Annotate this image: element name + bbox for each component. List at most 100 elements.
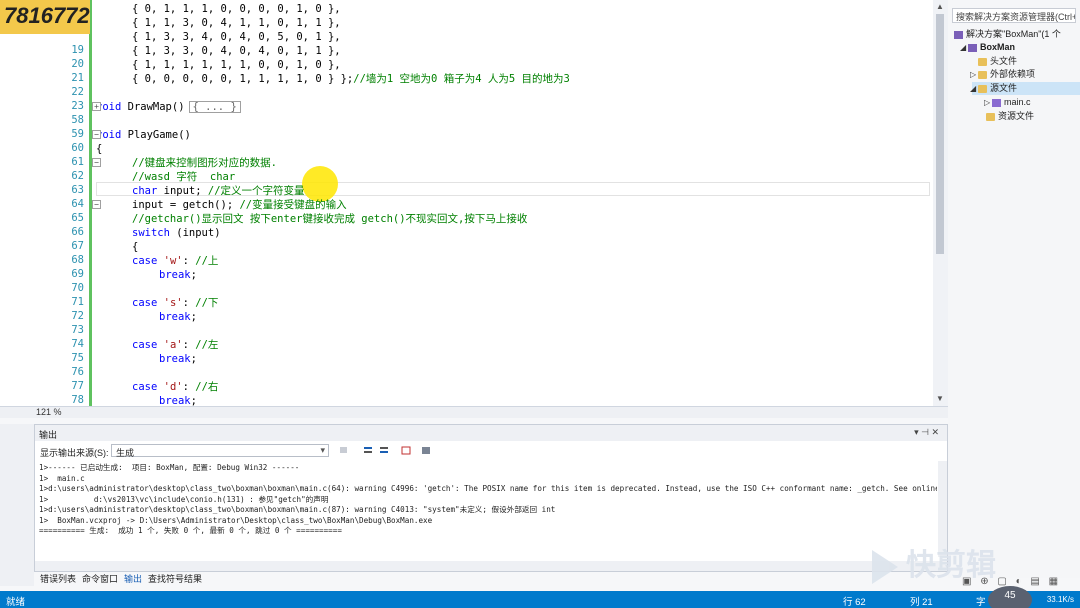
code-line[interactable]: { [96,142,102,156]
output-line: 1> BoxMan.vcxproj -> D:\Users\Administra… [39,515,433,525]
editor-vertical-scrollbar[interactable]: ▲ ▼ [933,0,948,406]
bottom-tab[interactable]: 命令窗口 [80,572,120,586]
next-message-icon[interactable] [379,446,389,455]
output-source-select[interactable]: 生成 [111,444,329,458]
code-line[interactable]: { 1, 3, 3, 4, 0, 4, 0, 5, 0, 1 }, [132,30,341,44]
find-icon[interactable] [339,446,349,455]
bottom-tabs: 错误列表 命令窗口 输出 查找符号结果 [34,572,948,586]
code-line[interactable]: { 1, 3, 3, 0, 4, 0, 4, 0, 1, 1 }, [132,44,341,58]
tree-item-solution[interactable]: 解决方案"BoxMan"(1 个 [954,28,1061,41]
line-number: 20 [71,58,84,70]
expand-icon[interactable]: ◢ [960,41,968,54]
code-line[interactable]: { 1, 1, 1, 1, 1, 1, 0, 0, 1, 0 }, [132,58,341,72]
code-line[interactable]: //getchar()显示回文 按下enter键接收完成 getch()不现实回… [132,212,527,226]
solution-search-input[interactable]: 搜索解决方案资源管理器(Ctrl+ [952,8,1076,23]
tree-item-headers[interactable]: 头文件 [978,55,1017,68]
line-number: 68 [71,254,84,266]
solution-icon [954,30,963,39]
zoom-level[interactable]: 121 % [36,407,62,417]
line-number: 23 [71,100,84,112]
clear-all-icon[interactable] [401,446,411,455]
line-number: 22 [71,86,84,98]
code-line[interactable]: break; [159,310,197,324]
code-line[interactable]: break; [159,268,197,282]
collapsed-region-marker[interactable]: { ... } [188,101,241,113]
prev-message-icon[interactable] [363,446,373,455]
collapse-icon[interactable]: − [92,200,101,209]
word-wrap-icon[interactable] [421,446,431,455]
zoom-bar: 121 % [0,406,948,418]
network-speed: 33.1K/s [1046,595,1074,604]
output-line: ========== 生成: 成功 1 个, 失败 0 个, 最新 0 个, 跳… [39,526,342,535]
code-line[interactable]: void DrawMap(){ ... } [96,100,241,114]
code-line[interactable]: { 0, 1, 1, 1, 0, 0, 0, 0, 1, 0 }, [132,2,341,16]
code-text-area[interactable]: { 0, 1, 1, 1, 0, 0, 0, 0, 1, 0 },{ 1, 1,… [96,0,933,407]
c-file-icon [992,98,1001,107]
scroll-up-icon[interactable]: ▲ [936,2,944,11]
folder-icon [978,70,987,79]
code-line[interactable]: //键盘来控制图形对应的数据. [132,156,277,170]
tree-item-sources[interactable]: ◢ 源文件 [970,82,1017,95]
collapse-icon[interactable]: ▷ [984,96,992,109]
scroll-thumb[interactable] [936,14,944,254]
line-number: 71 [71,296,84,308]
code-line[interactable]: void PlayGame() [96,128,191,142]
bottom-tab[interactable]: 查找符号结果 [146,572,204,586]
scroll-down-icon[interactable]: ▼ [936,394,944,403]
bottom-tab[interactable]: 错误列表 [38,572,78,586]
collapse-icon[interactable]: ▷ [970,68,978,81]
output-header: 输出 ▾ ⊣ ✕ [35,425,947,441]
output-text[interactable]: 1>------ 已启动生成: 项目: BoxMan, 配置: Debug Wi… [39,463,937,537]
bottom-tab[interactable]: 输出 [122,572,144,586]
line-number: 73 [71,324,84,336]
line-number: 70 [71,282,84,294]
line-number: 59 [71,128,84,140]
line-number: 60 [71,142,84,154]
line-number: 63 [71,184,84,196]
collapse-icon[interactable]: − [92,130,101,139]
code-line[interactable]: break; [159,352,197,366]
left-dock-strip [0,424,34,586]
output-line: 1>d:\users\administrator\desktop\class_t… [39,484,937,493]
panel-controls-icon[interactable]: ▾ ⊣ ✕ [914,427,939,438]
folder-icon [978,84,987,93]
expand-icon[interactable]: ◢ [970,82,978,95]
output-toolbar: 显示输出来源(S): 生成 [35,443,947,459]
code-line[interactable]: //wasd 字符 char [132,170,235,184]
line-number: 66 [71,226,84,238]
code-line[interactable]: { [132,240,138,254]
code-line[interactable]: { 1, 1, 3, 0, 4, 1, 1, 0, 1, 1 }, [132,16,341,30]
tree-item-main-c[interactable]: ▷ main.c [984,96,1031,109]
overlay-id-badge: 7816772 [0,0,90,34]
line-number: 72 [71,310,84,322]
code-editor[interactable]: 19 20 21 22 23 58 59 60 61 62 63 64 65 66 67 68 69 70 71 72… [0,0,948,407]
collapse-icon[interactable]: − [92,158,101,167]
code-line[interactable]: case 's': //下 [132,296,218,310]
line-number: 69 [71,268,84,280]
line-number: 64 [71,198,84,210]
code-line[interactable]: { 0, 0, 0, 0, 0, 1, 1, 1, 1, 0 } };//墙为1… [132,72,570,86]
tree-item-external[interactable]: ▷ 外部依赖项 [970,68,1035,81]
line-number: 21 [71,72,84,84]
code-line[interactable]: input = getch(); //变量接受键盘的输入 [132,198,347,212]
code-line[interactable]: switch (input) [132,226,221,240]
output-panel: 输出 ▾ ⊣ ✕ 显示输出来源(S): 生成 1>------ 已启动生成: 项… [34,424,948,572]
play-icon [872,549,898,584]
line-number: 58 [71,114,84,126]
line-number: 76 [71,366,84,378]
output-horizontal-scrollbar[interactable] [35,561,947,571]
video-watermark: 快剪辑 [872,540,1052,584]
code-line[interactable]: case 'a': //左 [132,338,218,352]
line-number: 62 [71,170,84,182]
tree-item-resources[interactable]: 资源文件 [986,110,1034,123]
code-line[interactable]: char input; //定义一个字符变量 [132,184,305,198]
expand-icon[interactable]: + [92,102,101,111]
tree-item-project[interactable]: ◢ BoxMan [960,41,1015,54]
status-row: 行 62 [843,597,866,608]
output-title: 输出 [39,430,58,440]
output-source-label: 显示输出来源(S): [40,448,109,458]
line-number: 74 [71,338,84,350]
output-line: 1>d:\users\administrator\desktop\class_t… [39,505,556,514]
code-line[interactable]: case 'w': //上 [132,254,218,268]
code-line[interactable]: case 'd': //右 [132,380,218,394]
